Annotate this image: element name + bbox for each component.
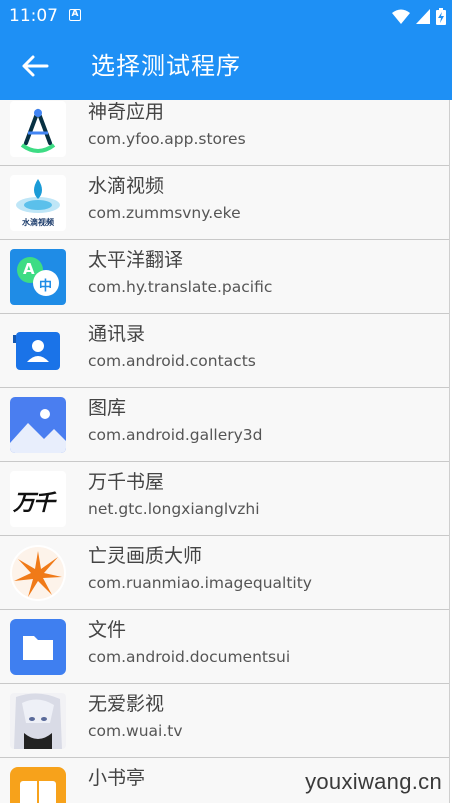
app-package: com.android.documentsui bbox=[88, 648, 291, 666]
folder-icon bbox=[10, 619, 66, 675]
calligraphy-icon: 万千 bbox=[10, 471, 66, 527]
burst-icon bbox=[10, 545, 66, 601]
icon-caption: 水滴视频 bbox=[22, 218, 54, 227]
compass-icon bbox=[10, 101, 66, 157]
gallery-icon bbox=[10, 397, 66, 453]
a-box-icon: A bbox=[69, 9, 81, 21]
app-package: com.wuai.tv bbox=[88, 722, 183, 740]
anime-avatar-icon bbox=[10, 693, 66, 749]
list-item[interactable]: 亡灵画质大师 com.ruanmiao.imagequaltity bbox=[0, 536, 449, 610]
status-bar: 11:07 A bbox=[0, 0, 452, 32]
list-item[interactable]: 水滴视频 水滴视频 com.zummsvny.eke bbox=[0, 166, 449, 240]
app-package: com.android.gallery3d bbox=[88, 426, 263, 444]
app-name: 亡灵画质大师 bbox=[88, 545, 203, 567]
app-name: 万千书屋 bbox=[88, 471, 165, 493]
list-item[interactable]: 图库 com.android.gallery3d bbox=[0, 388, 449, 462]
app-name: 太平洋翻译 bbox=[88, 249, 184, 271]
page-title: 选择测试程序 bbox=[91, 52, 241, 80]
app-package: com.hy.translate.pacific bbox=[88, 278, 273, 296]
app-package: com.yfoo.app.stores bbox=[88, 130, 246, 148]
list-item[interactable]: 通讯录 com.android.contacts bbox=[0, 314, 449, 388]
arrow-left-icon[interactable] bbox=[20, 52, 50, 80]
system-icons bbox=[392, 7, 446, 25]
app-name: 小书亭 bbox=[88, 767, 146, 789]
book-icon bbox=[10, 767, 66, 803]
app-package: com.zummsvny.eke bbox=[88, 204, 241, 222]
icon-caption: 万千 bbox=[13, 490, 55, 516]
app-package: com.ruanmiao.imagequaltity bbox=[88, 574, 312, 592]
app-package: com.android.contacts bbox=[88, 352, 256, 370]
list-item[interactable]: 神奇应用 com.yfoo.app.stores bbox=[0, 100, 449, 166]
list-item[interactable]: 无爱影视 com.wuai.tv bbox=[0, 684, 449, 758]
app-name: 图库 bbox=[88, 397, 127, 419]
contacts-icon bbox=[10, 323, 66, 379]
list-item[interactable]: 万千 万千书屋 net.gtc.longxianglvzhi bbox=[0, 462, 449, 536]
wifi-icon bbox=[392, 9, 410, 24]
app-name: 文件 bbox=[88, 619, 127, 641]
translate-icon: A 中 bbox=[10, 249, 66, 305]
signal-icon bbox=[416, 8, 430, 24]
watermark-text: youxiwang.cn bbox=[305, 769, 442, 794]
app-package: net.gtc.longxianglvzhi bbox=[88, 500, 260, 518]
app-bar: 选择测试程序 bbox=[0, 32, 452, 100]
translate-a-glyph: A bbox=[23, 260, 35, 278]
translate-zh-glyph: 中 bbox=[39, 279, 53, 294]
water-drop-icon: 水滴视频 bbox=[10, 175, 66, 231]
app-name: 水滴视频 bbox=[88, 175, 165, 197]
app-name: 神奇应用 bbox=[88, 101, 165, 123]
list-item[interactable]: A 中 太平洋翻译 com.hy.translate.pacific bbox=[0, 240, 449, 314]
battery-charging-icon bbox=[436, 7, 446, 25]
app-name: 通讯录 bbox=[88, 323, 146, 345]
app-list[interactable]: 神奇应用 com.yfoo.app.stores 水滴视频 水滴视频 com.z… bbox=[0, 100, 450, 803]
app-name: 无爱影视 bbox=[88, 693, 165, 715]
status-time: 11:07 bbox=[9, 6, 58, 26]
list-item[interactable]: 文件 com.android.documentsui bbox=[0, 610, 449, 684]
